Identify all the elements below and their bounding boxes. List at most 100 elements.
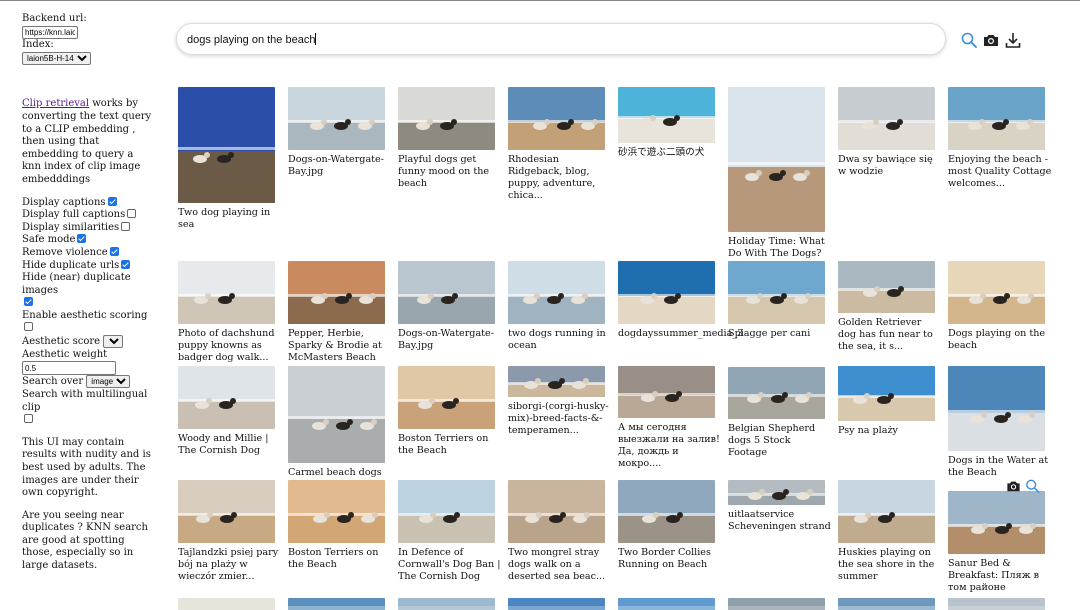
result-card[interactable]: Enjoying the beach - most Quality Cottag…	[948, 87, 1051, 190]
result-thumbnail[interactable]	[838, 261, 935, 313]
result-thumbnail[interactable]	[948, 87, 1045, 150]
result-thumbnail[interactable]	[948, 598, 1045, 610]
result-thumbnail[interactable]	[838, 480, 935, 543]
backend-url-input[interactable]	[22, 25, 78, 39]
result-thumbnail[interactable]	[618, 87, 715, 143]
result-card[interactable]: Dwa sy bawiące się w wodzie	[838, 87, 938, 178]
option-checkbox[interactable]	[127, 209, 137, 219]
result-thumbnail[interactable]	[398, 480, 495, 543]
result-thumbnail[interactable]	[728, 87, 825, 232]
result-thumbnail[interactable]	[508, 261, 605, 324]
camera-icon[interactable]	[983, 32, 999, 48]
result-card[interactable]: Two dog playing in sea	[178, 87, 278, 231]
result-card[interactable]: 砂浜で遊ぶ二頭の犬	[618, 87, 718, 159]
result-card[interactable]: uitlaatservice Scheveningen strand	[728, 480, 831, 533]
result-card[interactable]: Dogs in the Water at the Beach	[948, 366, 1048, 479]
result-card[interactable]: Photo of dachshund puppy knowns as badge…	[178, 261, 278, 364]
result-thumbnail[interactable]	[508, 87, 605, 150]
result-thumbnail[interactable]	[288, 598, 385, 610]
result-thumbnail[interactable]	[398, 598, 495, 610]
result-card[interactable]: Pepper, Herbie, Sparky & Brodie at McMas…	[288, 261, 388, 364]
search-over-select[interactable]: image	[86, 375, 131, 389]
result-card[interactable]	[508, 598, 608, 610]
result-card[interactable]: dogdayssummer_media_3	[618, 261, 743, 340]
result-card[interactable]: Tajlandzki psiej pary bój na plaży w wie…	[178, 480, 278, 583]
result-thumbnail[interactable]	[178, 261, 275, 324]
result-thumbnail[interactable]	[508, 598, 605, 610]
result-thumbnail[interactable]	[948, 491, 1045, 554]
result-card[interactable]: Playful dogs get funny mood on the beach	[398, 87, 498, 190]
result-card[interactable]: Two mongrel stray dogs walk on a deserte…	[508, 480, 608, 583]
aesthetic-score-select[interactable]	[103, 335, 124, 349]
result-thumbnail[interactable]	[618, 598, 715, 610]
result-thumbnail[interactable]	[288, 480, 385, 543]
result-card[interactable]	[398, 598, 498, 610]
result-thumbnail[interactable]	[288, 261, 385, 324]
option-checkbox[interactable]	[107, 196, 117, 206]
result-thumbnail[interactable]	[838, 366, 935, 421]
index-select[interactable]: laion5B-H-14	[22, 51, 91, 65]
result-card[interactable]: Holiday Time: What Do With The Dogs?	[728, 87, 828, 260]
result-thumbnail[interactable]	[618, 261, 715, 324]
result-thumbnail[interactable]	[178, 87, 275, 203]
result-thumbnail[interactable]	[288, 87, 385, 150]
option-checkbox[interactable]	[24, 297, 33, 307]
aesthetic-weight-input[interactable]	[22, 361, 116, 376]
result-card[interactable]: Rhodesian Ridgeback, blog, puppy, advent…	[508, 87, 608, 202]
result-thumbnail[interactable]	[178, 366, 275, 429]
download-icon[interactable]	[1005, 32, 1021, 48]
result-thumbnail[interactable]	[508, 366, 605, 397]
result-thumbnail[interactable]	[178, 480, 275, 543]
result-card[interactable]: In Defence of Cornwall's Dog Ban | The C…	[398, 480, 500, 583]
result-card[interactable]: Two Border Collies Running on Beach	[618, 480, 718, 571]
result-card[interactable]: Golden Retriever dog has fun near to the…	[838, 261, 938, 353]
result-thumbnail[interactable]	[288, 366, 385, 463]
result-thumbnail[interactable]	[728, 598, 825, 610]
result-card[interactable]: Woody and Millie | The Cornish Dog	[178, 366, 278, 457]
result-card[interactable]: Belgian Shepherd dogs 5 Stock Footage	[728, 367, 828, 459]
clip-retrieval-link[interactable]: Clip retrieval	[22, 98, 89, 109]
result-card[interactable]: Spiagge per cani	[728, 261, 828, 340]
option-checkbox[interactable]	[121, 221, 131, 231]
result-card[interactable]: Dogs playing on the beach	[948, 261, 1048, 352]
result-card[interactable]: two dogs running in ocean	[508, 261, 608, 352]
result-thumbnail[interactable]	[948, 366, 1045, 451]
result-card[interactable]	[838, 598, 938, 610]
multilingual-checkbox[interactable]	[24, 414, 33, 424]
result-card[interactable]: Boston Terriers on the Beach	[288, 480, 388, 571]
search-icon[interactable]	[961, 32, 977, 48]
search-input[interactable]: dogs playing on the beach	[176, 23, 946, 55]
option-checkbox[interactable]	[109, 246, 119, 256]
result-card[interactable]: Boston Terriers on the Beach	[398, 366, 498, 457]
result-thumbnail[interactable]	[838, 87, 935, 150]
result-card[interactable]: А мы сегодня выезжали на залив! Да, дожд…	[618, 366, 720, 470]
result-card[interactable]	[288, 598, 388, 610]
option-checkbox[interactable]	[121, 259, 131, 269]
result-card[interactable]: Carmel beach dogs	[288, 366, 388, 479]
result-card[interactable]: Huskies playing on the sea shore in the …	[838, 480, 938, 583]
result-card[interactable]: Dogs-on-Watergate-Bay.jpg	[288, 87, 388, 178]
option-checkbox[interactable]	[77, 234, 87, 244]
result-card[interactable]: Psy na plaży	[838, 366, 938, 437]
result-thumbnail[interactable]	[838, 598, 935, 610]
result-thumbnail[interactable]	[508, 480, 605, 543]
result-thumbnail[interactable]	[728, 261, 825, 324]
result-thumbnail[interactable]	[728, 367, 825, 419]
result-card[interactable]	[728, 598, 828, 610]
option-checkbox[interactable]	[24, 322, 33, 332]
result-thumbnail[interactable]	[618, 366, 715, 418]
result-card[interactable]	[178, 598, 278, 610]
result-thumbnail[interactable]	[728, 480, 825, 505]
result-thumbnail[interactable]	[948, 261, 1045, 324]
result-card[interactable]: Sanur Bed & Breakfast: Пляж в том районе	[948, 491, 1048, 594]
camera-icon[interactable]	[1006, 479, 1021, 493]
result-thumbnail[interactable]	[398, 366, 495, 429]
result-thumbnail[interactable]	[178, 598, 275, 610]
result-card[interactable]: Dogs-on-Watergate-Bay.jpg	[398, 261, 498, 352]
result-thumbnail[interactable]	[398, 87, 495, 150]
result-card[interactable]: siborgi-(corgi-husky-mix)-breed-facts-&-…	[508, 366, 609, 437]
result-card[interactable]	[618, 598, 718, 610]
result-thumbnail[interactable]	[618, 480, 715, 543]
result-card[interactable]	[948, 598, 1048, 610]
search-icon[interactable]	[1025, 479, 1040, 493]
